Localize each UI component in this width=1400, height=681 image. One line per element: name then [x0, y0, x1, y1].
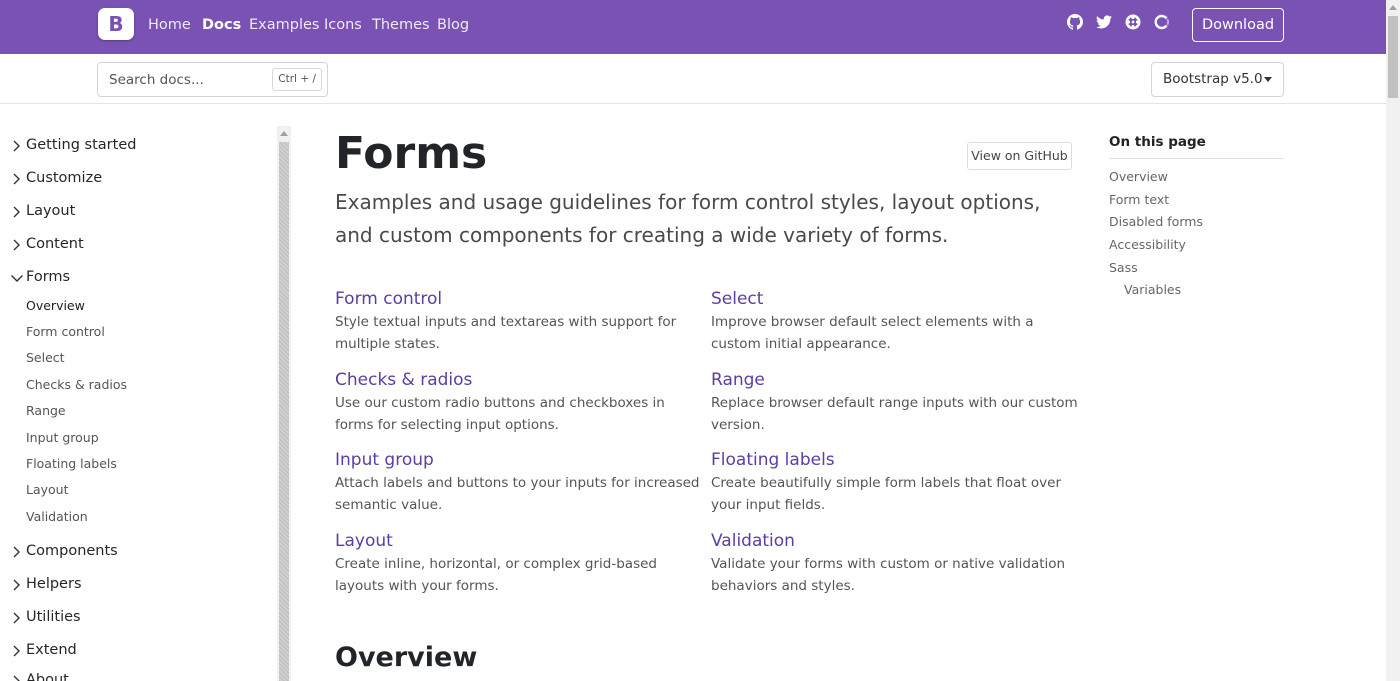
sidebar-group-label: Customize [26, 170, 103, 186]
page-title: Forms [335, 128, 488, 179]
card-description: Use our custom radio buttons and checkbo… [335, 395, 665, 433]
card-description: Create beautifully simple form labels th… [711, 475, 1062, 513]
sidebar-group-label: Components [26, 543, 118, 559]
bootstrap-logo[interactable]: B [98, 8, 134, 40]
sidebar-item-checks-radios[interactable]: Checks & radios [26, 377, 127, 392]
docs-subnav: Search docs... Ctrl + / Bootstrap v5.0 [0, 54, 1386, 104]
sidebar-group-label: Layout [26, 203, 76, 219]
page-lead: Examples and usage guidelines for form c… [335, 190, 1041, 247]
version-label: Bootstrap v5.0 [1163, 71, 1263, 87]
nav-link-examples[interactable]: Examples [249, 17, 319, 33]
sidebar-group-label: Content [26, 236, 84, 252]
chevron-right-icon [13, 579, 20, 591]
card-description: Style textual inputs and textareas with … [335, 314, 677, 352]
view-on-github-button[interactable]: View on GitHub [967, 142, 1072, 170]
sidebar-group-label: Getting started [26, 137, 137, 153]
link-checks-radios[interactable]: Checks & radios [335, 370, 472, 390]
link-validation[interactable]: Validation [711, 531, 795, 551]
opencollective-icon[interactable] [1153, 13, 1171, 31]
sidebar-group-label: Helpers [26, 576, 82, 592]
toc-item-accessibility[interactable]: Accessibility [1109, 237, 1186, 252]
chevron-right-icon [13, 173, 20, 185]
chevron-right-icon [13, 612, 20, 624]
chevron-down-icon [1264, 77, 1272, 82]
card-description: Create inline, horizontal, or complex gr… [335, 556, 657, 594]
link-form-control[interactable]: Form control [335, 289, 442, 309]
chevron-down-icon [11, 275, 23, 282]
sidebar-group-label: Forms [26, 269, 71, 285]
top-navbar: B Home Docs Examples Icons Themes Blog D… [0, 0, 1386, 54]
sidebar-group-label: About [26, 672, 69, 681]
version-dropdown[interactable]: Bootstrap v5.0 [1151, 62, 1284, 97]
link-floating-labels[interactable]: Floating labels [711, 450, 835, 470]
link-input-group[interactable]: Input group [335, 450, 434, 470]
link-layout[interactable]: Layout [335, 531, 393, 551]
sidebar-item-input-group[interactable]: Input group [26, 430, 99, 445]
card-description: Attach labels and buttons to your inputs… [335, 475, 700, 513]
chevron-right-icon [13, 645, 20, 657]
search-input[interactable]: Search docs... Ctrl + / [97, 62, 328, 97]
slack-icon[interactable] [1124, 13, 1142, 31]
nav-link-home[interactable]: Home [148, 17, 191, 33]
page-scrollbar[interactable] [1386, 0, 1400, 681]
github-icon[interactable] [1066, 13, 1084, 31]
chevron-right-icon [13, 675, 20, 681]
sidebar-item-layout[interactable]: Layout [26, 482, 69, 497]
toc-item-variables[interactable]: Variables [1124, 282, 1181, 297]
sidebar-group-label: Extend [26, 642, 77, 658]
toc-item-disabled-forms[interactable]: Disabled forms [1109, 214, 1203, 229]
sidebar-scrollbar-thumb[interactable] [279, 142, 289, 681]
sidebar-item-overview[interactable]: Overview [26, 298, 85, 313]
twitter-icon[interactable] [1095, 13, 1113, 31]
link-range[interactable]: Range [711, 370, 765, 390]
nav-link-icons[interactable]: Icons [324, 17, 362, 33]
card-description: Improve browser default select elements … [711, 314, 1034, 352]
chevron-right-icon [13, 546, 20, 558]
chevron-right-icon [13, 239, 20, 251]
section-heading-overview: Overview [335, 642, 478, 673]
download-button[interactable]: Download [1192, 8, 1284, 42]
toc-item-form-text[interactable]: Form text [1109, 192, 1169, 207]
toc-divider [1109, 158, 1284, 159]
sidebar-group-label: Utilities [26, 609, 81, 625]
scroll-up-icon[interactable] [1389, 5, 1397, 10]
nav-link-blog[interactable]: Blog [437, 17, 469, 33]
search-shortcut-hint: Ctrl + / [272, 68, 322, 91]
scroll-up-icon[interactable] [280, 131, 288, 136]
sidebar-item-form-control[interactable]: Form control [26, 324, 105, 339]
card-description: Validate your forms with custom or nativ… [711, 556, 1066, 594]
sidebar-item-validation[interactable]: Validation [26, 509, 88, 524]
page-scrollbar-thumb[interactable] [1388, 16, 1398, 98]
search-placeholder: Search docs... [109, 72, 204, 88]
toc-item-overview[interactable]: Overview [1109, 169, 1168, 184]
sidebar-item-floating-labels[interactable]: Floating labels [26, 456, 117, 471]
nav-link-docs[interactable]: Docs [202, 17, 241, 33]
sidebar-scrollbar[interactable] [277, 126, 291, 681]
nav-link-themes[interactable]: Themes [372, 17, 430, 33]
sidebar-item-select[interactable]: Select [26, 350, 65, 365]
sidebar-item-range[interactable]: Range [26, 403, 66, 418]
toc-heading: On this page [1109, 134, 1206, 150]
link-select[interactable]: Select [711, 289, 763, 309]
toc-item-sass[interactable]: Sass [1109, 260, 1138, 275]
card-description: Replace browser default range inputs wit… [711, 395, 1078, 433]
chevron-right-icon [13, 140, 20, 152]
chevron-right-icon [13, 206, 20, 218]
